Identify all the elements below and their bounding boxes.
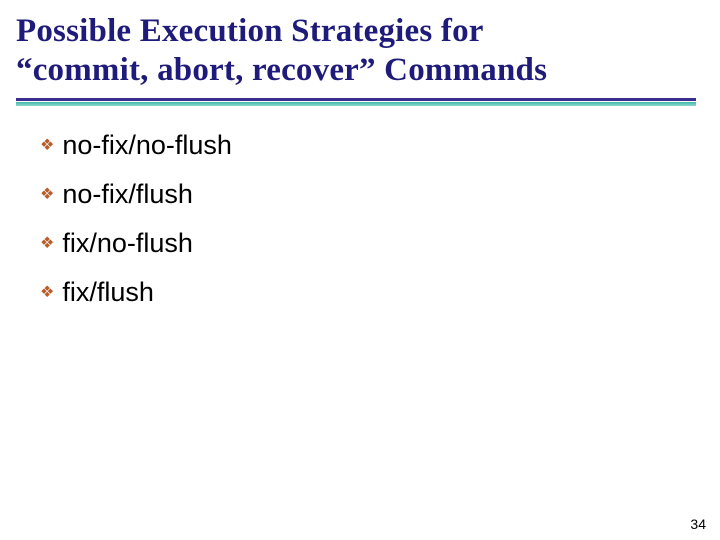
bullet-text: fix/no-flush [62,228,193,259]
diamond-bullet-icon: ❖ [40,285,54,301]
bullet-text: no-fix/no-flush [62,130,232,161]
list-item: ❖ no-fix/no-flush [40,130,720,161]
diamond-bullet-icon: ❖ [40,138,54,154]
list-item: ❖ no-fix/flush [40,179,720,210]
divider-line-purple [16,98,696,101]
bullet-text: fix/flush [62,277,154,308]
bullet-text: no-fix/flush [62,179,193,210]
diamond-bullet-icon: ❖ [40,236,54,252]
slide: Possible Execution Strategies for “commi… [0,0,720,540]
title-line-2: “commit, abort, recover” Commands [16,52,547,88]
content-area: ❖ no-fix/no-flush ❖ no-fix/flush ❖ fix/n… [0,106,720,308]
title-line-1: Possible Execution Strategies for [16,13,484,49]
list-item: ❖ fix/flush [40,277,720,308]
slide-title: Possible Execution Strategies for “commi… [0,12,720,98]
diamond-bullet-icon: ❖ [40,187,54,203]
list-item: ❖ fix/no-flush [40,228,720,259]
divider [16,98,696,106]
page-number: 34 [690,516,706,532]
